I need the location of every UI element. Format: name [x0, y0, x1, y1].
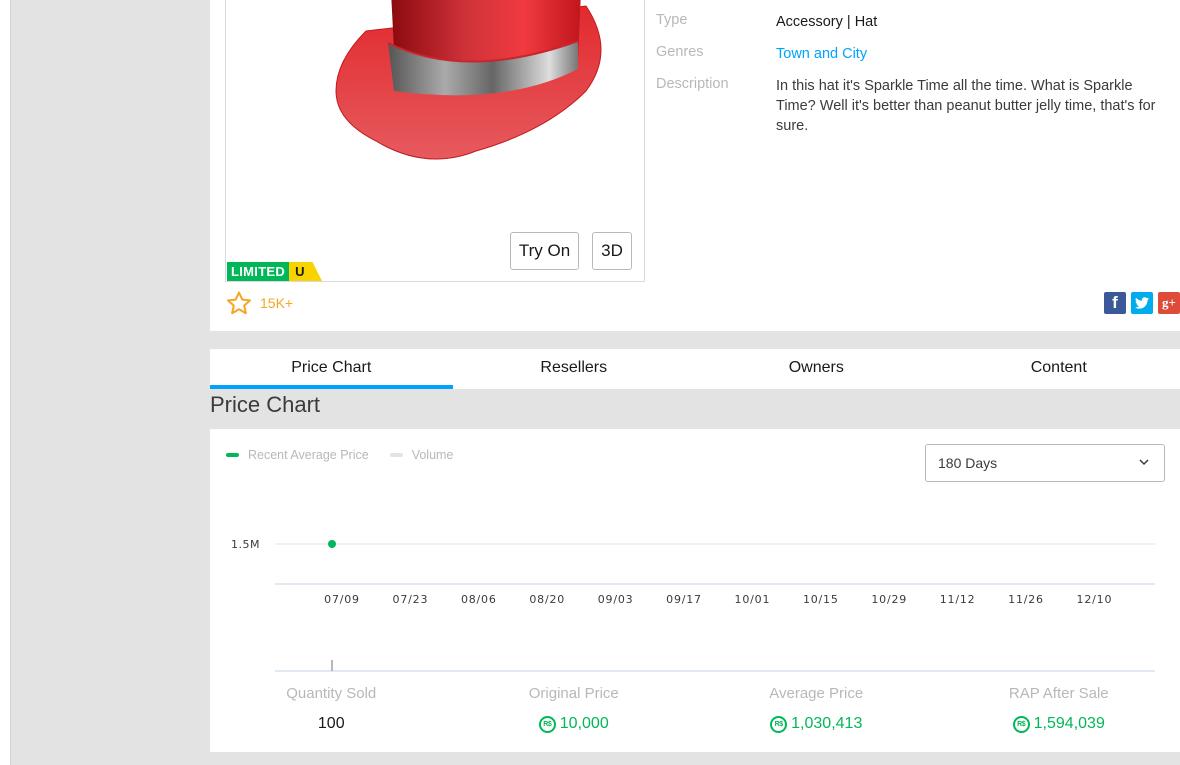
y-tick-label: 1.5M: [231, 538, 260, 551]
x-tick-label: 12/10: [1077, 593, 1113, 606]
x-tick-label: 10/15: [803, 593, 839, 606]
robux-icon: R$: [1012, 715, 1030, 733]
legend-label: Recent Average Price: [248, 448, 369, 462]
legend-swatch-average-price: [226, 453, 239, 457]
legend-item-average-price[interactable]: Recent Average Price: [226, 448, 369, 462]
robux-icon: R$: [770, 715, 788, 733]
x-tick-label: 09/03: [598, 593, 634, 606]
time-range-value: 180 Days: [938, 455, 998, 471]
favorite-count: 15K+: [260, 295, 294, 311]
try-on-button[interactable]: Try On: [510, 232, 579, 270]
tab-resellers[interactable]: Resellers: [453, 349, 696, 389]
genres-link[interactable]: Town and City: [776, 44, 1171, 64]
x-tick-label: 07/23: [393, 593, 429, 606]
x-tick-label: 07/09: [324, 593, 360, 606]
x-tick-label: 11/12: [940, 593, 976, 606]
stat-original-price: Original Price R$ 10,000: [453, 685, 696, 733]
x-tick-label: 11/26: [1008, 593, 1044, 606]
x-tick-label: 10/29: [871, 593, 907, 606]
detail-row-genres: Genres Town and City: [656, 44, 1176, 64]
stat-label: RAP After Sale: [1008, 685, 1109, 702]
tab-price-chart[interactable]: Price Chart: [210, 349, 453, 389]
item-page-content: LIMITED U Try On 3D 15K+ Type Accessory …: [210, 0, 1180, 765]
type-label: Type: [656, 12, 688, 28]
stat-value: R$ 1,594,039: [938, 715, 1180, 733]
sales-stats: Quantity Sold 100 Original Price R$ 10,0…: [210, 685, 1180, 733]
stat-value: R$ 10,000: [453, 715, 696, 733]
left-sidebar-area: [10, 0, 210, 765]
tab-content[interactable]: Content: [938, 349, 1180, 389]
stat-value: R$ 1,030,413: [695, 715, 938, 733]
stat-rap-after-sale: RAP After Sale R$ 1,594,039: [938, 685, 1180, 733]
price-chart-plot: 1.5M 07/09 07/23 08/06 08/20 09/03 09/17 10/01 1…: [231, 538, 1155, 672]
stat-value: 100: [210, 715, 453, 733]
share-buttons: f g+: [1104, 292, 1180, 314]
legend-label: Volume: [411, 448, 454, 462]
google-plus-icon[interactable]: g+: [1158, 292, 1180, 314]
page-margin: [0, 0, 10, 765]
stat-quantity-sold: Quantity Sold 100: [210, 685, 453, 733]
quantity-sold-value: 100: [317, 715, 345, 732]
x-tick-label: 08/06: [461, 593, 497, 606]
time-range-select[interactable]: 180 Days: [925, 444, 1165, 482]
item-details-list: Type Accessory | Hat Genres Town and Cit…: [656, 12, 1176, 148]
facebook-icon[interactable]: f: [1104, 292, 1126, 314]
rap-after-sale-value: 1,594,039: [1033, 715, 1105, 732]
description-text: In this hat it's Sparkle Time all the ti…: [776, 78, 1156, 134]
favorite-button[interactable]: 15K+: [226, 291, 293, 315]
genres-label: Genres: [656, 44, 704, 60]
star-icon: [227, 291, 251, 315]
x-tick-label: 09/17: [666, 593, 702, 606]
legend-swatch-volume: [389, 453, 403, 457]
stat-average-price: Average Price R$ 1,030,413: [695, 685, 938, 733]
limited-unique-badge: LIMITED U: [227, 262, 322, 281]
average-price-value: 1,030,413: [791, 715, 863, 732]
chevron-down-icon: [1139, 459, 1149, 466]
item-tabs: Price Chart Resellers Owners Content: [210, 349, 1180, 389]
volume-bar: [331, 660, 333, 671]
stat-label: Quantity Sold: [286, 685, 377, 702]
twitter-icon[interactable]: [1131, 292, 1153, 314]
legend-item-volume[interactable]: Volume: [389, 448, 454, 462]
hat-image: [335, 0, 602, 160]
item-details-card: LIMITED U Try On 3D 15K+ Type Accessory …: [210, 0, 1180, 331]
3d-view-button[interactable]: 3D: [592, 232, 632, 270]
type-value: Accessory | Hat: [776, 14, 878, 30]
x-tick-label: 10/01: [735, 593, 771, 606]
stat-label: Original Price: [528, 685, 619, 702]
chart-legend: Recent Average Price Volume: [226, 448, 474, 462]
detail-row-type: Type Accessory | Hat: [656, 12, 1176, 32]
price-data-point: [328, 540, 336, 548]
description-label: Description: [656, 76, 729, 92]
price-chart-card: Recent Average Price Volume 180 Days 1.5…: [210, 429, 1180, 752]
tab-owners[interactable]: Owners: [695, 349, 938, 389]
item-thumbnail: LIMITED U Try On 3D: [225, 0, 645, 282]
section-title: Price Chart: [210, 392, 321, 417]
stat-label: Average Price: [769, 685, 864, 702]
original-price-value: 10,000: [559, 715, 609, 732]
x-tick-label: 08/20: [529, 593, 565, 606]
robux-icon: R$: [538, 715, 556, 733]
limited-label: LIMITED: [227, 262, 290, 281]
detail-row-description: Description In this hat it's Sparkle Tim…: [656, 76, 1176, 136]
